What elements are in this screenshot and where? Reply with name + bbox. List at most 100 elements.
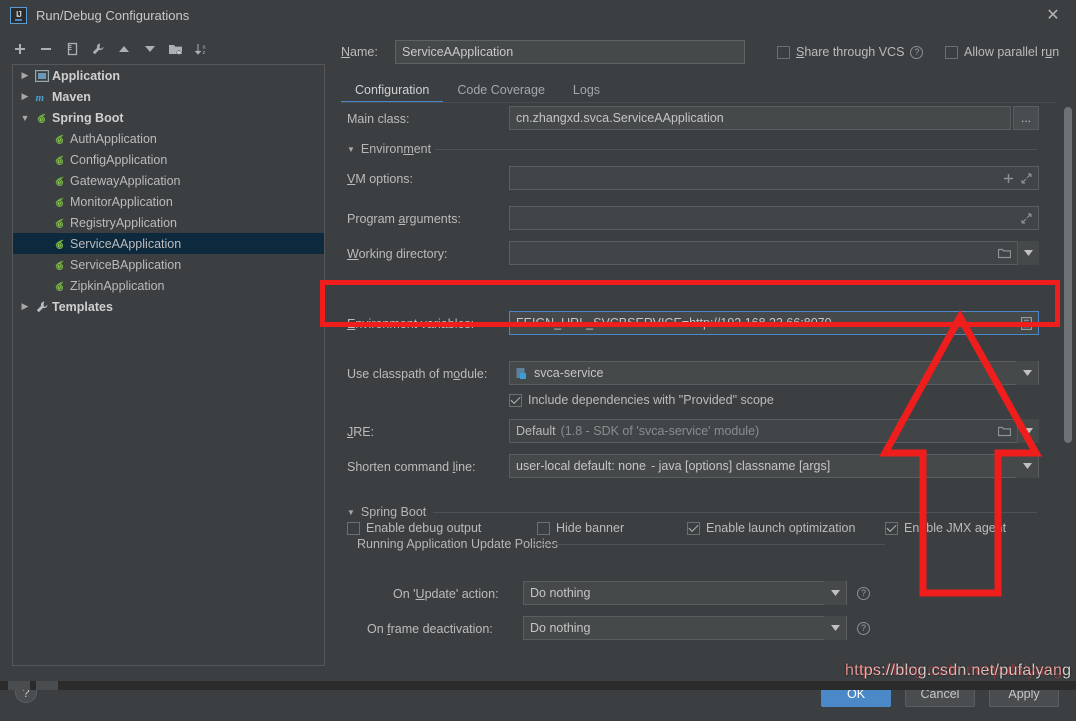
on-update-action-chevron[interactable] (824, 581, 846, 605)
checkbox-box[interactable] (537, 521, 550, 535)
tree-item-servicebapplication[interactable]: ServiceBApplication (13, 254, 324, 275)
taskbar-item[interactable] (8, 681, 30, 690)
environment-variables-label: Environment variables: (347, 317, 475, 331)
environment-section-header[interactable]: ▼ Environment (347, 142, 431, 156)
on-update-action-help-icon[interactable]: ? (857, 586, 870, 600)
spring-boot-icon (55, 218, 64, 228)
spring-boot-icon (55, 155, 64, 165)
update-policies-section-label: Running Application Update Policies (357, 537, 558, 551)
add-configuration-button[interactable] (8, 37, 32, 61)
tree-item-label: MonitorApplication (70, 194, 173, 209)
allow-parallel-run-checkbox[interactable]: Allow parallel run (945, 45, 1059, 59)
tree-item-label: Application (52, 68, 121, 83)
chevron-right-icon[interactable]: ▶ (17, 301, 33, 312)
tabs-divider (341, 102, 1057, 103)
tree-item-gatewayapplication[interactable]: GatewayApplication (13, 170, 324, 191)
spring-boot-icon (51, 132, 69, 146)
main-class-browse-button[interactable]: ... (1013, 106, 1039, 130)
expand-icon (1021, 212, 1032, 224)
tree-item-authapplication[interactable]: AuthApplication (13, 128, 324, 149)
spring-boot-checkbox-enable-launch-optimization[interactable]: Enable launch optimization (687, 521, 855, 535)
expand-icon (1021, 172, 1032, 184)
shorten-command-line-label: Shorten command line: (347, 460, 476, 474)
share-through-vcs-checkbox-box[interactable] (777, 45, 790, 59)
vm-options-label: VM options: (347, 172, 414, 186)
on-frame-deactivation-dropdown[interactable]: Do nothing (523, 616, 847, 640)
tree-item-label: ServiceAApplication (70, 236, 182, 251)
use-classpath-of-module-label: Use classpath of module: (347, 367, 488, 381)
shorten-command-line-chevron[interactable] (1016, 454, 1038, 478)
use-classpath-of-module-dropdown[interactable]: svca-service (509, 361, 1039, 385)
program-arguments-input[interactable] (509, 206, 1039, 230)
tab-logs[interactable]: Logs (559, 77, 614, 103)
allow-parallel-run-checkbox-box[interactable] (945, 45, 958, 59)
tree-item-label: AuthApplication (70, 131, 157, 146)
editor-vertical-scrollbar[interactable] (1064, 107, 1072, 443)
working-directory-dropdown-button[interactable] (1017, 241, 1039, 265)
tab-code-coverage[interactable]: Code Coverage (443, 77, 559, 103)
checkbox-box[interactable] (885, 521, 898, 535)
include-provided-scope-checkbox-box[interactable] (509, 393, 522, 407)
tree-item-maven[interactable]: ▶ m Maven (13, 86, 324, 107)
title-bar: IJ Run/Debug Configurations ✕ (0, 0, 1076, 31)
tree-item-zipkinapplication[interactable]: ZipkinApplication (13, 275, 324, 296)
spring-boot-icon (37, 113, 46, 123)
tree-item-serviceaapplication[interactable]: ServiceAApplication (13, 233, 324, 254)
chevron-right-icon[interactable]: ▶ (17, 91, 33, 102)
jre-input[interactable]: Default (1.8 - SDK of 'svca-service' mod… (509, 419, 1017, 443)
name-input[interactable]: ServiceAApplication (395, 40, 745, 64)
spring-boot-icon (51, 174, 69, 188)
chevron-down-icon (830, 590, 840, 596)
spring-boot-checkbox-hide-banner[interactable]: Hide banner (537, 521, 624, 535)
include-provided-scope-checkbox[interactable]: Include dependencies with "Provided" sco… (509, 393, 774, 407)
tree-item-monitorapplication[interactable]: MonitorApplication (13, 191, 324, 212)
spring-boot-checkbox-enable-debug-output[interactable]: Enable debug output (347, 521, 481, 535)
checkbox-label: Enable debug output (366, 521, 482, 535)
configurations-panel: az ▶ Application ▶ m Maven ▼ Spring Boot AuthAp… (0, 31, 337, 703)
on-frame-deactivation-help-icon[interactable]: ? (857, 621, 870, 635)
move-down-button[interactable] (138, 37, 162, 61)
on-update-action-dropdown[interactable]: Do nothing (523, 581, 847, 605)
close-icon[interactable]: ✕ (1030, 0, 1076, 31)
shorten-command-line-hint: - java [options] classname [args] (650, 459, 831, 473)
edit-templates-button[interactable] (86, 37, 110, 61)
checkbox-box[interactable] (347, 521, 360, 535)
chevron-right-icon[interactable]: ▶ (17, 70, 33, 81)
tree-item-application[interactable]: ▶ Application (13, 65, 324, 86)
name-row: Name: ServiceAApplication Share through … (337, 39, 1076, 65)
new-folder-button[interactable] (164, 37, 188, 61)
tree-item-spring-boot[interactable]: ▼ Spring Boot (13, 107, 324, 128)
checkbox-label: Enable launch optimization (706, 521, 856, 535)
tree-item-configapplication[interactable]: ConfigApplication (13, 149, 324, 170)
main-class-input[interactable]: cn.zhangxd.svca.ServiceAApplication (509, 106, 1011, 130)
tree-item-templates[interactable]: ▶ Templates (13, 296, 324, 317)
jre-value: Default (516, 424, 556, 438)
chevron-down-icon[interactable]: ▼ (17, 113, 33, 123)
spring-boot-icon (55, 239, 64, 249)
tab-configuration[interactable]: Configuration (341, 77, 444, 103)
use-classpath-of-module-chevron[interactable] (1016, 361, 1038, 385)
on-update-action-row: Do nothing ? (523, 581, 870, 605)
tree-item-registryapplication[interactable]: RegistryApplication (13, 212, 324, 233)
configurations-tree[interactable]: ▶ Application ▶ m Maven ▼ Spring Boot AuthAppli… (12, 64, 325, 666)
remove-configuration-button[interactable] (34, 37, 58, 61)
spring-boot-section-header[interactable]: ▼ Spring Boot (347, 505, 426, 519)
copy-configuration-button[interactable] (60, 37, 84, 61)
environment-variables-input[interactable]: FEIGN_URL_SVCBSERVICE=http://192.168.23.… (509, 311, 1039, 335)
share-through-vcs-checkbox[interactable]: Share through VCS ? (777, 45, 924, 59)
on-frame-deactivation-chevron[interactable] (824, 616, 846, 640)
environment-section-label: Environment (360, 142, 432, 156)
taskbar-item[interactable] (36, 681, 58, 690)
spring-boot-icon (51, 216, 69, 230)
shorten-command-line-dropdown[interactable]: user-local default: none - java [options… (509, 454, 1039, 478)
spring-boot-checkbox-enable-jmx-agent[interactable]: Enable JMX agent (885, 521, 1006, 535)
move-up-button[interactable] (112, 37, 136, 61)
vm-options-input[interactable] (509, 166, 1039, 190)
sort-configurations-button[interactable]: az (190, 37, 214, 61)
working-directory-input[interactable] (509, 241, 1017, 265)
jre-dropdown-button[interactable] (1017, 419, 1039, 443)
checkbox-box[interactable] (687, 521, 700, 535)
share-through-vcs-help-icon[interactable]: ? (910, 45, 924, 59)
window-title: Run/Debug Configurations (36, 8, 190, 23)
configurations-toolbar: az (8, 36, 328, 62)
